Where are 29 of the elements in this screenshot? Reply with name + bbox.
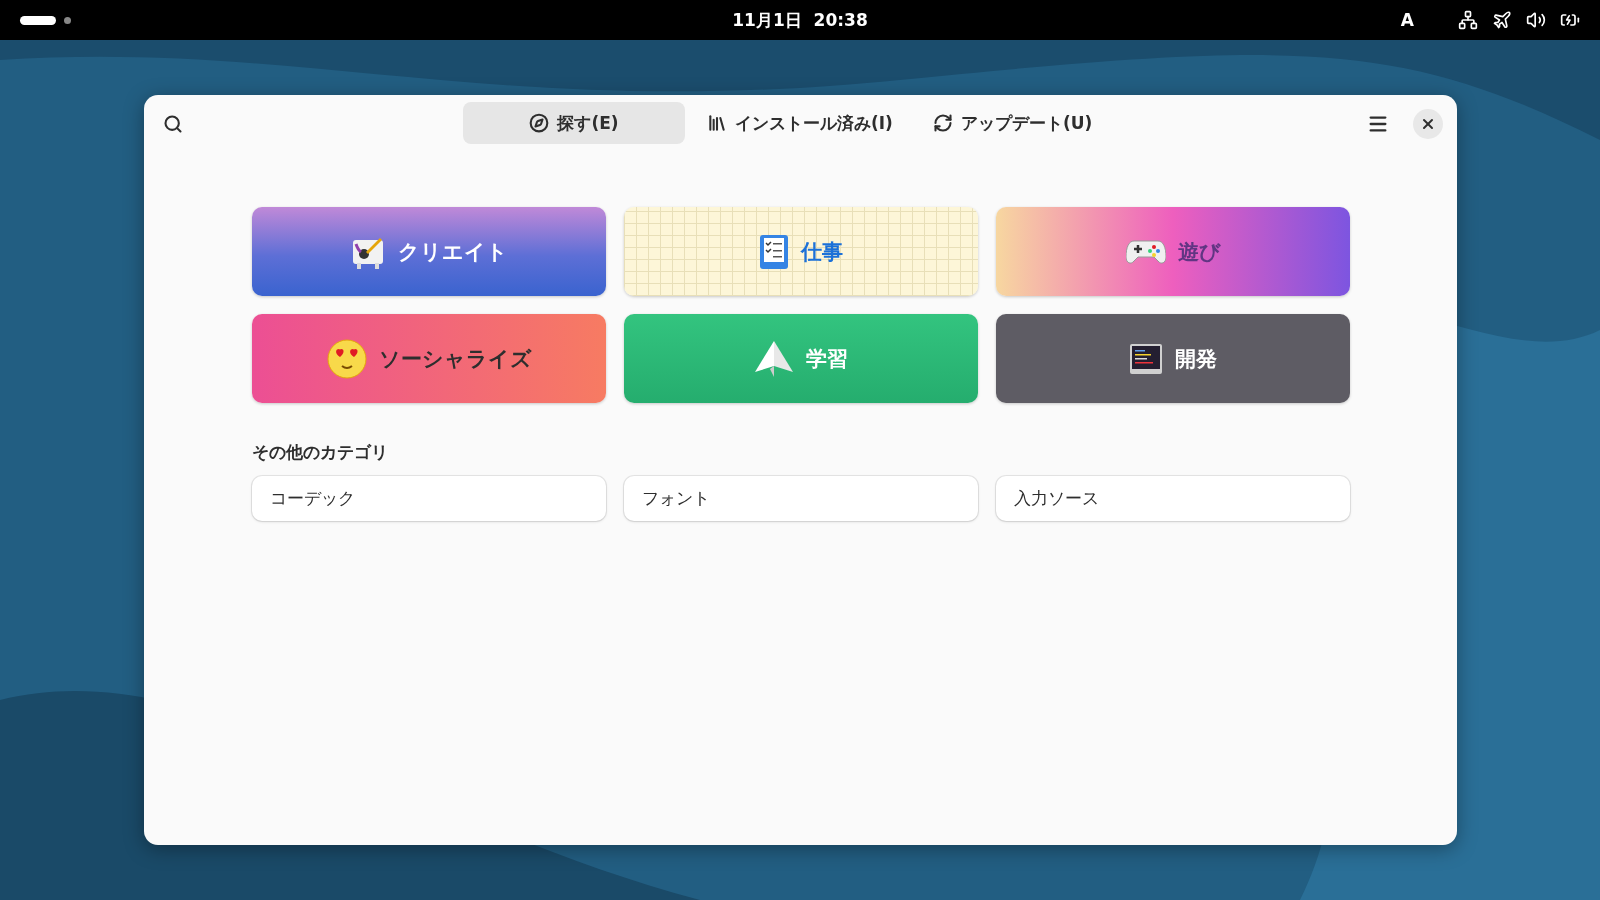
close-button[interactable] (1413, 109, 1443, 139)
tab[interactable]: 探す(E) (463, 102, 685, 144)
category-tile[interactable]: 開発 (996, 314, 1350, 403)
network-icon[interactable] (1458, 10, 1478, 30)
clock[interactable]: 11月1日 20:38 (732, 8, 868, 32)
refresh-icon (932, 113, 953, 133)
workspace-dot[interactable] (64, 16, 71, 24)
close-icon (1420, 116, 1436, 132)
search-icon (163, 114, 183, 134)
menu-icon (1367, 113, 1389, 135)
checklist-icon (759, 233, 789, 270)
category-tile[interactable]: クリエイト (252, 207, 606, 296)
volume-icon[interactable] (1526, 10, 1546, 30)
category-button[interactable]: コーデック (252, 476, 606, 521)
compass-icon (529, 113, 550, 133)
category-tile[interactable]: ソーシャライズ (252, 314, 606, 403)
category-tile[interactable]: 仕事 (624, 207, 978, 296)
terminal-icon (1129, 342, 1163, 375)
category-button[interactable]: 入力ソース (996, 476, 1350, 521)
smiley-icon (326, 338, 367, 379)
tab[interactable]: アップデート(U) (914, 102, 1111, 144)
section-heading: その他のカテゴリ (252, 441, 389, 464)
airplane-icon[interactable] (1492, 10, 1512, 30)
tab[interactable]: インストール済み(I) (689, 102, 911, 144)
category-button[interactable]: フォント (624, 476, 978, 521)
library-icon (707, 113, 727, 133)
paper-plane-icon (754, 339, 794, 378)
workspace-indicator[interactable] (20, 15, 56, 25)
input-source-indicator[interactable]: A (1400, 10, 1414, 30)
